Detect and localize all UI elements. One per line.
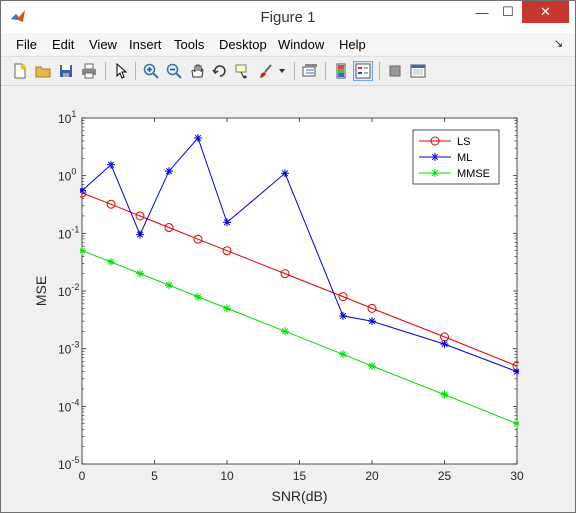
y-tick-exponent: 0: [71, 167, 76, 177]
colorbar-icon[interactable]: [331, 61, 351, 81]
y-tick-label: 10-2: [58, 282, 79, 299]
dock-arrow-icon[interactable]: ↘: [554, 37, 563, 50]
link-plot-icon[interactable]: [300, 61, 320, 81]
y-tick-exponent: -2: [71, 282, 79, 292]
plot-svg: 0 5 10 15 20 25 3010-510-410-310-210-1100101 S…: [33, 109, 524, 504]
figure-window: Figure 1 — ☐ ✕ File Edit View Insert Too…: [0, 0, 576, 513]
y-tick-label: 10-3: [58, 340, 79, 357]
toolbar-separator: [325, 62, 326, 80]
x-tick-label: 15: [293, 469, 307, 483]
data-point-ml: [136, 230, 144, 239]
data-cursor-icon[interactable]: [233, 61, 253, 81]
x-tick-label: 25: [438, 469, 452, 483]
close-button[interactable]: ✕: [522, 1, 569, 23]
y-tick-base: 10: [58, 285, 72, 299]
data-point-mmse: [281, 327, 289, 336]
title-bar: Figure 1 — ☐ ✕: [1, 1, 575, 33]
y-tick-label: 101: [58, 109, 76, 126]
data-point-mmse: [165, 281, 173, 290]
menu-view[interactable]: View: [89, 37, 117, 52]
data-point-ml: [107, 160, 115, 169]
menu-window[interactable]: Window: [278, 37, 324, 52]
y-tick-exponent: 1: [71, 109, 76, 119]
hide-plot-tools-icon[interactable]: [385, 61, 405, 81]
data-point-mmse: [80, 246, 86, 255]
legend-icon[interactable]: [353, 61, 373, 81]
y-tick-exponent: -5: [71, 455, 79, 465]
y-tick-base: 10: [58, 227, 72, 241]
x-tick-label: 20: [365, 469, 379, 483]
maximize-button[interactable]: ☐: [495, 1, 521, 23]
data-point-ml: [368, 317, 376, 326]
x-tick-label: 10: [220, 469, 234, 483]
toolbar-separator: [294, 62, 295, 80]
figure-toolbar: [1, 56, 575, 86]
open-file-icon[interactable]: [33, 61, 53, 81]
figure-canvas: 0 5 10 15 20 25 30 10-5 10-4 10-3 10-2 10-1 100 101 S…: [2, 87, 574, 512]
y-axis-label: MSE: [33, 276, 49, 306]
brush-icon[interactable]: [256, 61, 276, 81]
legend[interactable]: LS ML MMSE: [412, 129, 500, 185]
y-tick-label: 100: [58, 167, 76, 184]
data-point-mmse: [339, 350, 347, 359]
menu-desktop[interactable]: Desktop: [219, 37, 267, 52]
data-point-mmse: [194, 292, 202, 301]
zoom-out-icon[interactable]: [164, 61, 184, 81]
toolbar-separator: [379, 62, 380, 80]
menu-insert[interactable]: Insert: [129, 37, 162, 52]
y-tick-exponent: -4: [71, 397, 79, 407]
show-plot-tools-icon[interactable]: [408, 61, 428, 81]
legend-label-ml: ML: [457, 152, 472, 164]
save-icon[interactable]: [56, 61, 76, 81]
y-tick-exponent: -3: [71, 340, 79, 350]
legend-label-ls: LS: [457, 136, 470, 148]
x-tick-label: 5: [151, 469, 158, 483]
legend-label-mmse: MMSE: [457, 168, 490, 180]
menu-bar: File Edit View Insert Tools Desktop Wind…: [1, 33, 575, 55]
toolbar-separator: [105, 62, 106, 80]
data-point-mmse: [513, 419, 519, 428]
rotate-3d-icon[interactable]: [210, 61, 230, 81]
y-tick-label: 10-1: [58, 224, 79, 241]
y-tick-label: 10-4: [58, 397, 79, 414]
y-tick-base: 10: [58, 343, 72, 357]
y-tick-label: 10-5: [58, 455, 79, 472]
x-axis-label: SNR(dB): [271, 488, 327, 504]
menu-file[interactable]: File: [16, 37, 37, 52]
y-tick-base: 10: [58, 170, 72, 184]
y-tick-base: 10: [58, 112, 72, 126]
data-point-mmse: [107, 257, 115, 266]
data-point-mmse: [368, 362, 376, 371]
menu-tools[interactable]: Tools: [174, 37, 204, 52]
new-figure-icon[interactable]: [10, 61, 30, 81]
x-tick-label: 0: [79, 469, 86, 483]
toolbar-separator: [135, 62, 136, 80]
legend-marker-mmse: [431, 169, 439, 177]
data-point-ml: [440, 340, 449, 349]
brush-dropdown-icon[interactable]: [277, 61, 287, 81]
minimize-button[interactable]: —: [469, 1, 495, 23]
data-point-ml: [339, 311, 347, 320]
data-point-mmse: [440, 390, 449, 399]
menu-edit[interactable]: Edit: [52, 37, 74, 52]
print-icon[interactable]: [79, 61, 99, 81]
x-tick-label: 30: [510, 469, 524, 483]
y-tick-base: 10: [58, 400, 72, 414]
menu-help[interactable]: Help: [339, 37, 366, 52]
legend-marker-ml: [431, 153, 439, 161]
zoom-in-icon[interactable]: [141, 61, 161, 81]
pan-icon[interactable]: [187, 61, 207, 81]
pointer-icon[interactable]: [111, 61, 131, 81]
data-point-ml: [513, 367, 519, 376]
y-tick-base: 10: [58, 458, 72, 472]
y-tick-exponent: -1: [71, 224, 79, 234]
